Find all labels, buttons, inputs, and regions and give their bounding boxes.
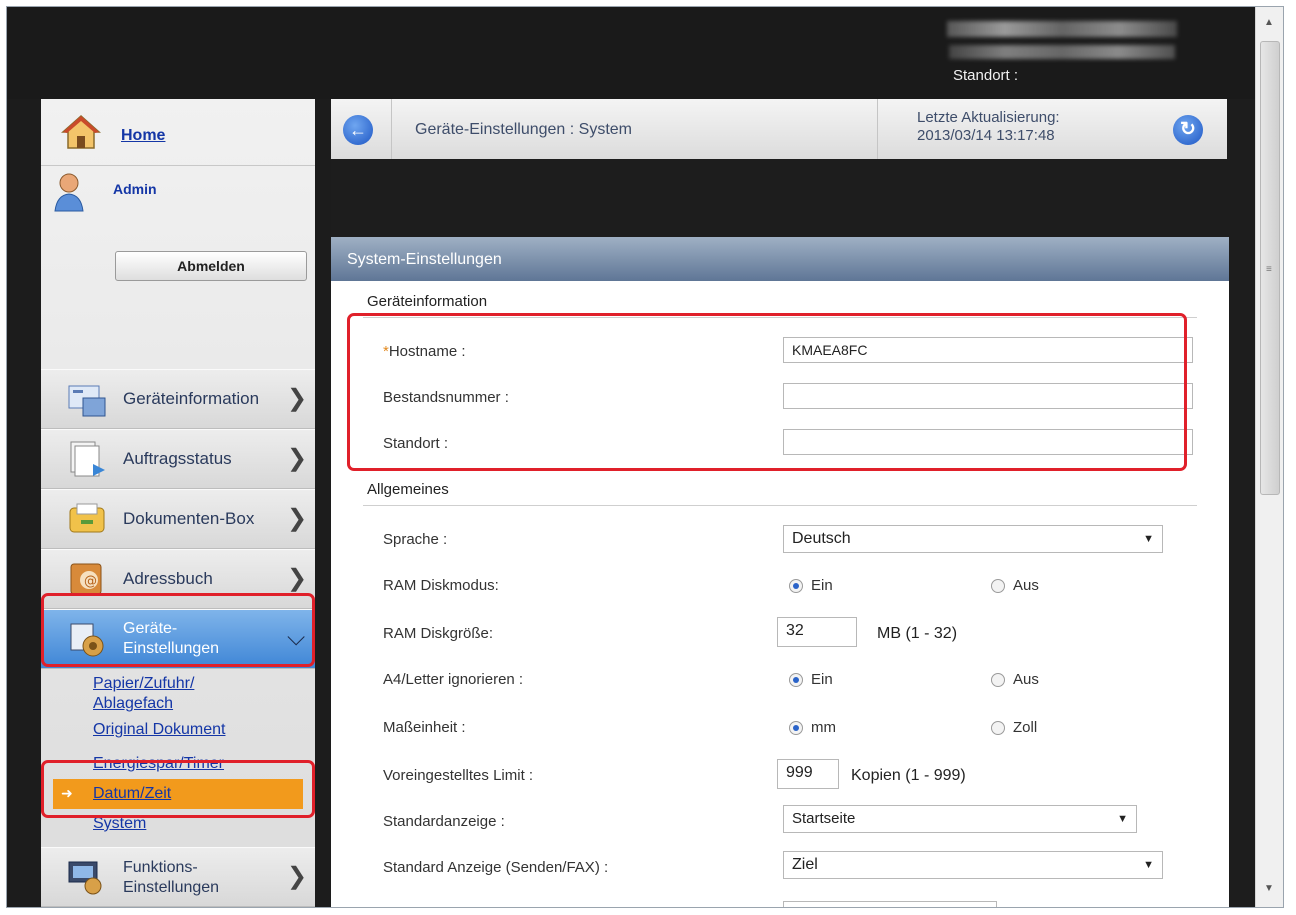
device-info-icon — [68, 385, 106, 417]
highlight-device-settings — [41, 593, 315, 667]
language-select[interactable]: Deutsch ▼ — [783, 525, 1163, 553]
section-device-info: Geräteinformation — [367, 293, 488, 310]
browser-window: Standort : Home Admin Abmelden Geräteinf… — [6, 6, 1284, 908]
chevron-right-icon: ❯ — [287, 863, 308, 890]
chevron-right-icon: ❯ — [287, 385, 308, 412]
svg-text:@: @ — [84, 574, 97, 589]
ram-disk-size-unit: MB (1 - 32) — [877, 625, 958, 642]
measurement-unit-label: Maßeinheit : — [383, 719, 466, 736]
sidebar-home-area: Home — [41, 99, 315, 166]
default-send-screen-value: Ziel — [792, 856, 818, 873]
language-label: Sprache : — [383, 531, 448, 548]
submenu-paper-feed[interactable]: Papier/Zufuhr/ — [93, 675, 194, 693]
unit-inch-radio[interactable]: Zoll — [991, 719, 1037, 736]
submenu-original-document[interactable]: Original Dokument — [93, 721, 226, 739]
last-update-label: Letzte Aktualisierung: — [917, 109, 1060, 126]
sidebar-item-label: Adressbuch — [123, 569, 213, 588]
ram-disk-mode-label: RAM Diskmodus: — [383, 577, 499, 594]
default-limit-input[interactable]: 999 — [777, 759, 839, 789]
highlight-date-time — [41, 760, 315, 818]
user-name: Admin — [113, 181, 157, 197]
highlight-device-info-fields — [347, 313, 1187, 471]
radio-empty-icon — [991, 672, 1005, 687]
radio-empty-icon — [991, 720, 1005, 735]
panel-title: System-Einstellungen — [347, 251, 502, 268]
submenu-paper-feed-cont[interactable]: Ablagefach — [93, 695, 173, 713]
radio-selected-icon — [789, 672, 803, 687]
sidebar-item-function-settings[interactable]: Funktions- Einstellungen ❯ — [41, 847, 315, 907]
default-limit-unit: Kopien (1 - 999) — [851, 767, 966, 784]
sidebar-item-job-status[interactable]: Auftragsstatus ❯ — [41, 429, 315, 489]
ram-disk-size-input[interactable]: 32 — [777, 617, 857, 647]
job-status-icon — [70, 441, 105, 477]
a4-letter-label: A4/Letter ignorieren : — [383, 671, 524, 688]
ram-disk-mode-on-radio[interactable]: Ein — [789, 577, 833, 594]
default-screen-value: Startseite — [792, 810, 856, 827]
unit-mm-radio[interactable]: mm — [789, 719, 836, 736]
header-divider — [391, 99, 392, 159]
vertical-scrollbar[interactable]: ▲ ≡ ▼ — [1255, 7, 1283, 907]
ram-disk-mode-off-radio[interactable]: Aus — [991, 577, 1039, 594]
section-divider — [363, 505, 1197, 506]
scroll-down-arrow-icon[interactable]: ▼ — [1264, 883, 1274, 894]
ram-disk-size-label: RAM Diskgröße: — [383, 625, 494, 642]
document-box-icon — [69, 503, 105, 533]
scroll-grip-icon: ≡ — [1266, 264, 1272, 275]
sidebar-item-device-info[interactable]: Geräteinformation ❯ — [41, 369, 315, 429]
default-screen-select[interactable]: Startseite ▼ — [783, 805, 1137, 833]
blurred-device-name — [947, 21, 1177, 37]
sidebar-item-label: Geräteinformation — [123, 389, 260, 408]
blurred-device-address — [949, 45, 1175, 59]
radio-selected-icon — [789, 720, 803, 735]
radio-empty-icon — [991, 578, 1005, 593]
next-field-input[interactable] — [783, 901, 997, 907]
default-send-screen-select[interactable]: Ziel ▼ — [783, 851, 1163, 879]
chevron-right-icon: ❯ — [287, 445, 308, 472]
home-link[interactable]: Home — [121, 127, 165, 145]
language-value: Deutsch — [792, 530, 851, 547]
a4-letter-on-radio[interactable]: Ein — [789, 671, 833, 688]
sidebar-item-document-box[interactable]: Dokumenten-Box ❯ — [41, 489, 315, 549]
a4-letter-off-radio[interactable]: Aus — [991, 671, 1039, 688]
page-title: Geräte-Einstellungen : System — [415, 121, 632, 138]
last-update: Letzte Aktualisierung: 2013/03/14 13:17:… — [917, 109, 1060, 145]
default-limit-label: Voreingestelltes Limit : — [383, 767, 534, 784]
chevron-right-icon: ❯ — [287, 505, 308, 532]
dropdown-caret-icon: ▼ — [1117, 813, 1128, 825]
top-bar: Standort : — [7, 7, 1255, 99]
sidebar-item-label: Funktions- Einstellungen — [123, 859, 220, 896]
home-icon[interactable] — [61, 113, 101, 151]
user-avatar-icon — [54, 173, 84, 212]
logout-button[interactable]: Abmelden — [115, 251, 307, 281]
main-content: ← Geräte-Einstellungen : System Letzte A… — [331, 99, 1255, 907]
chevron-right-icon: ❯ — [287, 565, 308, 592]
sidebar-item-label: Dokumenten-Box — [123, 509, 255, 528]
radio-selected-icon — [789, 578, 803, 593]
default-screen-label: Standardanzeige : — [383, 813, 505, 830]
scrollbar-thumb[interactable]: ≡ — [1260, 41, 1280, 495]
refresh-icon[interactable]: ↻ — [1173, 115, 1203, 145]
sidebar-item-label: Auftragsstatus — [123, 449, 232, 468]
back-arrow-icon[interactable]: ← — [343, 115, 373, 145]
section-general: Allgemeines — [367, 481, 449, 498]
dropdown-caret-icon: ▼ — [1143, 533, 1154, 545]
dropdown-caret-icon: ▼ — [1143, 859, 1154, 871]
last-update-value: 2013/03/14 13:17:48 — [917, 127, 1055, 144]
topbar-standort-label: Standort : — [953, 67, 1019, 84]
function-settings-icon — [68, 861, 102, 895]
page-header: ← Geräte-Einstellungen : System Letzte A… — [331, 99, 1227, 159]
header-divider — [877, 99, 878, 159]
default-send-screen-label: Standard Anzeige (Senden/FAX) : — [383, 859, 609, 876]
panel-header: System-Einstellungen — [331, 237, 1229, 281]
scroll-up-arrow-icon[interactable]: ▲ — [1264, 17, 1274, 28]
